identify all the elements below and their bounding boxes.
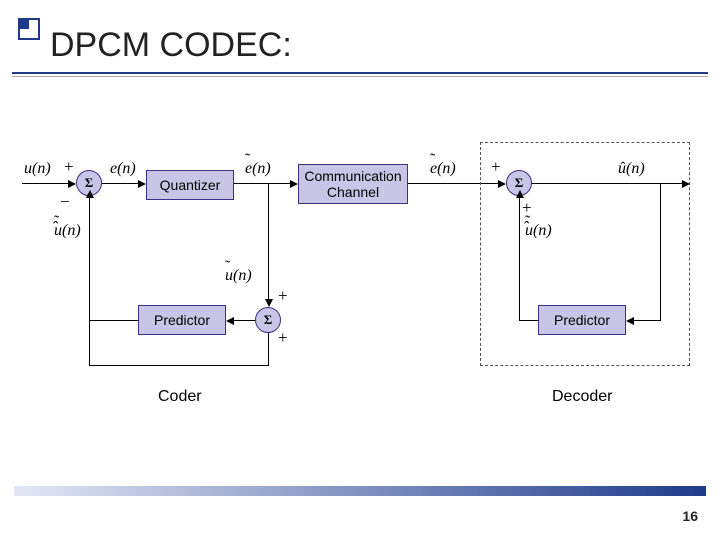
signal-utilhat-n-2: ˜ˆu(n) [525,222,552,240]
predictor-label: Predictor [154,312,210,328]
wire [660,183,661,320]
arrowhead [682,180,690,188]
signal-u-n: u(n) [24,160,51,178]
predictor2-label: Predictor [554,312,610,328]
signal-util-n: ˜u(n) [225,267,252,285]
arrowhead [68,180,76,188]
wire [634,320,661,321]
diagram-stage: u(n) + Σ − e(n) Quantizer ˜e(n) Communic… [0,90,720,470]
arrowhead [290,180,298,188]
wire [519,320,538,321]
channel-label: Communication Channel [304,168,401,200]
signal-e-n: e(n) [110,160,136,178]
arrowhead [265,299,273,307]
wire [532,183,684,184]
sign-plus: + [64,157,74,177]
page-number: 16 [682,508,698,524]
quantizer-block: Quantizer [146,170,234,200]
predictor-block-coder: Predictor [138,305,226,335]
arrowhead [226,317,234,325]
quantizer-label: Quantizer [160,177,221,193]
wire [234,183,292,184]
sign-minus: − [60,192,70,212]
wire [234,320,255,321]
wire [22,183,70,184]
wire [89,320,138,321]
predictor-block-decoder: Predictor [538,305,626,335]
signal-etil-n: ˜e(n) [245,160,271,178]
arrowhead [138,180,146,188]
wire [102,183,140,184]
title-underline [12,72,708,74]
arrowhead [516,190,524,198]
sign-plus: + [278,286,288,306]
title-bullet-icon [18,18,40,40]
wire [268,333,269,365]
decoder-label: Decoder [552,388,612,406]
wire [268,183,269,301]
footer-gradient [14,486,706,496]
coder-label: Coder [158,388,202,406]
signal-utilhat-n: ˜ˆu(n) [54,222,81,240]
wire [519,196,520,320]
sign-plus: + [278,328,288,348]
arrowhead [86,190,94,198]
signal-etil-n-2: ˜e(n) [430,160,456,178]
channel-block: Communication Channel [298,164,408,204]
signal-uhat-n: û(n) [618,160,645,178]
wire [89,320,90,366]
wire [89,196,90,320]
wire [89,365,269,366]
arrowhead [626,317,634,325]
page-title: DPCM CODEC: [50,26,292,65]
